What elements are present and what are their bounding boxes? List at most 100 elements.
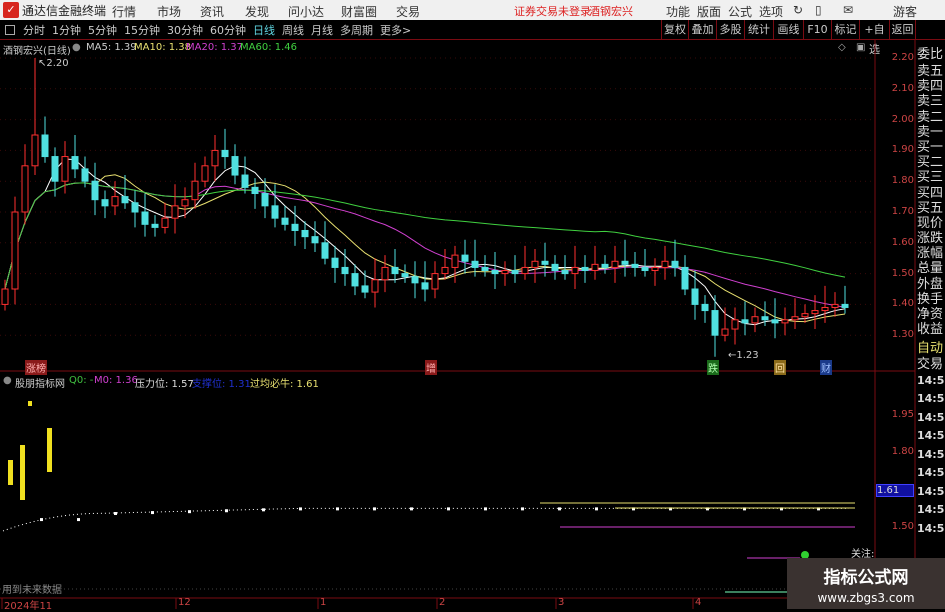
side-item[interactable]: 买一 xyxy=(917,140,945,155)
candle xyxy=(461,254,469,262)
side-item[interactable]: 涨跌 xyxy=(917,231,945,246)
candle xyxy=(551,263,559,272)
side-item[interactable]: 卖四 xyxy=(917,79,945,94)
tick-time: 14:56 xyxy=(917,521,945,535)
candle xyxy=(831,303,839,308)
candle xyxy=(291,223,299,231)
candle xyxy=(191,180,199,201)
candle xyxy=(321,242,329,259)
candle xyxy=(351,273,359,287)
candle xyxy=(621,260,629,265)
candle xyxy=(841,303,849,308)
panel-icon[interactable]: ▣ xyxy=(856,42,865,53)
marker-0: 涨榜 xyxy=(25,360,47,375)
diamond-icon[interactable]: ◇ xyxy=(838,42,846,53)
low-price: 1.23 xyxy=(736,350,759,361)
side-item[interactable]: 换手 xyxy=(917,292,945,307)
bull-label: 过均必牛: 1.61 xyxy=(250,379,319,390)
candle xyxy=(741,319,749,324)
axis-label-main: 1.50 xyxy=(891,267,914,279)
kline-chart[interactable] xyxy=(0,0,945,609)
candle xyxy=(91,180,99,201)
tick-time: 14:56 xyxy=(917,466,945,480)
side-item[interactable]: 外盘 xyxy=(917,277,945,292)
candle xyxy=(121,196,129,204)
candle xyxy=(261,193,269,207)
auto-label[interactable]: 自动 xyxy=(917,341,945,356)
ma10-label: MA10: 1.38 xyxy=(134,42,192,53)
tick-time: 14:56 xyxy=(917,392,945,406)
marker-1: 增 xyxy=(425,360,437,375)
candle xyxy=(101,199,109,207)
settings-circle-icon[interactable]: ● xyxy=(72,42,81,53)
candle xyxy=(681,266,689,290)
candle xyxy=(211,149,219,167)
pressure-label: 压力位: 1.57 xyxy=(135,379,194,390)
candle xyxy=(341,266,349,275)
candle xyxy=(371,279,379,293)
side-item[interactable]: 卖五 xyxy=(917,64,945,79)
side-item[interactable]: 涨幅 xyxy=(917,246,945,261)
x-axis-label: 1 xyxy=(320,597,327,608)
candle xyxy=(151,223,159,228)
candle xyxy=(821,306,829,312)
candle xyxy=(451,254,459,268)
side-item[interactable]: 买三 xyxy=(917,170,945,185)
side-item[interactable]: 总量 xyxy=(917,261,945,276)
candle xyxy=(471,260,479,268)
m0-point xyxy=(410,507,413,511)
signal-bar xyxy=(20,445,25,500)
candle xyxy=(601,263,609,268)
candle xyxy=(531,260,539,268)
sub-settings-icon[interactable]: ● xyxy=(3,375,12,386)
side-item[interactable]: 卖二 xyxy=(917,110,945,125)
m0-point xyxy=(484,507,487,511)
candle xyxy=(721,328,729,336)
marker-2: 跌 xyxy=(707,360,719,375)
current-value-tag: 1.61 xyxy=(876,484,914,497)
side-item[interactable]: 委比 xyxy=(917,47,945,64)
side-item[interactable]: 卖一 xyxy=(917,125,945,140)
trade-label[interactable]: 交易 xyxy=(917,357,945,372)
side-item[interactable]: 买二 xyxy=(917,155,945,170)
main-chart-title: 酒钢宏兴(日线) xyxy=(3,46,71,57)
x-axis-label: 12 xyxy=(178,597,191,608)
side-item[interactable]: 买五 xyxy=(917,201,945,216)
candle xyxy=(131,202,139,213)
candle xyxy=(311,236,319,244)
candle xyxy=(171,205,179,219)
axis-label-main: 2.00 xyxy=(891,113,914,125)
candle xyxy=(231,156,239,176)
candle xyxy=(771,319,779,324)
side-item[interactable]: 买四 xyxy=(917,186,945,201)
candle xyxy=(51,156,59,182)
m0-point xyxy=(114,512,117,516)
marker-3: 回 xyxy=(774,360,786,375)
candle xyxy=(491,270,499,275)
side-item[interactable]: 净资 xyxy=(917,307,945,322)
tick-time: 14:56 xyxy=(917,447,945,461)
candle xyxy=(611,260,619,268)
candle xyxy=(441,266,449,275)
candle xyxy=(401,273,409,278)
quote-side-panel: 委比 卖五 卖四 卖三 卖二 卖一 买一 买二 买三 买四 买五 现价 涨跌 涨幅 总量 外盘 换手 净资 收益自动… xyxy=(917,47,945,538)
candle xyxy=(591,263,599,272)
candle xyxy=(391,266,399,275)
candle xyxy=(361,285,369,293)
candle xyxy=(71,156,79,170)
candle xyxy=(541,260,549,265)
side-item[interactable]: 收益 xyxy=(917,322,945,337)
m0-point xyxy=(262,508,265,512)
candle xyxy=(751,316,759,324)
candle xyxy=(511,270,519,275)
side-item[interactable]: 现价 xyxy=(917,216,945,231)
candle xyxy=(641,266,649,272)
high-price-label: ↖2.20 xyxy=(38,58,69,69)
candle xyxy=(11,211,19,290)
candle xyxy=(711,310,719,336)
tick-time: 14:56 xyxy=(917,410,945,424)
future-data-note: 用到未来数据 xyxy=(2,585,62,596)
side-item[interactable]: 卖三 xyxy=(917,94,945,109)
candle xyxy=(501,270,509,275)
signal-bar xyxy=(47,428,52,472)
